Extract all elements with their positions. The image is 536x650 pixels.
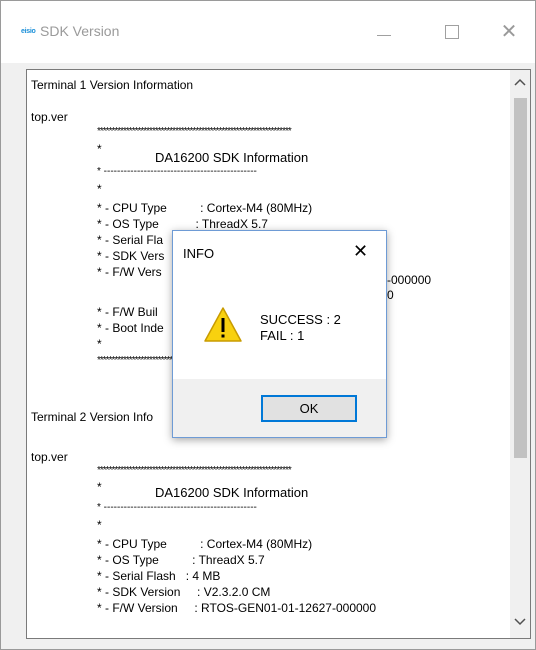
dialog-fail-text: FAIL : 1	[260, 328, 305, 343]
terminal1-fw-tail: -000000	[387, 273, 432, 287]
warning-icon	[204, 307, 242, 342]
scroll-up-icon[interactable]	[510, 74, 530, 92]
terminal1-cpu: * - CPU Type : Cortex-M4 (80MHz)	[97, 201, 313, 215]
minimize-icon	[377, 35, 391, 36]
dialog-close-icon[interactable]: ✕	[353, 241, 368, 262]
terminal1-title: DA16200 SDK Information	[155, 150, 309, 165]
terminal1-star-1: *	[97, 142, 102, 156]
dialog-success-text: SUCCESS : 2	[260, 312, 341, 327]
vertical-scrollbar[interactable]	[510, 70, 530, 638]
terminal1-star-3: *	[97, 337, 102, 351]
terminal1-flash: * - Serial Fla	[97, 233, 164, 247]
maximize-button[interactable]	[429, 17, 473, 47]
info-dialog: INFO ✕ SUCCESS : 2 FAIL : 1 OK	[172, 230, 387, 438]
terminal2-dashes: * --------------------------------------…	[97, 502, 257, 513]
dialog-title: INFO	[183, 246, 215, 261]
app-logo-icon: eisio	[21, 28, 36, 35]
terminal2-cpu: * - CPU Type : Cortex-M4 (80MHz)	[97, 537, 313, 551]
minimize-button[interactable]	[361, 17, 405, 47]
terminal1-fw: * - F/W Vers	[97, 265, 162, 279]
terminal2-header: Terminal 2 Version Info	[31, 410, 154, 424]
terminal2-flash: * - Serial Flash : 4 MB	[97, 569, 221, 583]
close-icon: ✕	[500, 21, 518, 43]
terminal2-sdk: * - SDK Version : V2.3.2.0 CM	[97, 585, 271, 599]
terminal2-title: DA16200 SDK Information	[155, 485, 309, 500]
title-bar[interactable]: eisio SDK Version ✕	[1, 1, 535, 63]
ok-button[interactable]: OK	[261, 395, 357, 422]
terminal1-file: top.ver	[31, 110, 68, 124]
terminal2-file: top.ver	[31, 450, 68, 464]
terminal2-star-2: *	[97, 518, 102, 532]
terminal2-os: * - OS Type : ThreadX 5.7	[97, 553, 265, 567]
terminal1-dashes: * --------------------------------------…	[97, 166, 257, 177]
terminal1-header: Terminal 1 Version Information	[31, 78, 194, 92]
close-button[interactable]: ✕	[487, 17, 531, 47]
terminal2-fw: * - F/W Version : RTOS-GEN01-01-12627-00…	[97, 601, 377, 615]
window-title: SDK Version	[40, 23, 120, 39]
terminal1-os: * - OS Type : ThreadX 5.7	[97, 217, 268, 231]
terminal2-star-1: *	[97, 480, 102, 494]
scroll-down-icon[interactable]	[510, 614, 530, 632]
maximize-icon	[445, 25, 459, 39]
terminal2-stars-top: ****************************************…	[97, 465, 292, 476]
terminal1-boot: * - Boot Inde	[97, 321, 164, 335]
terminal1-star-2: *	[97, 182, 102, 196]
scrollbar-thumb[interactable]	[514, 98, 527, 458]
terminal1-stars-top: ****************************************…	[97, 126, 292, 137]
terminal1-build: * - F/W Buil	[97, 305, 158, 319]
dialog-footer: OK	[173, 379, 386, 437]
terminal1-sdk: * - SDK Vers	[97, 249, 165, 263]
terminal1-extra-tail: 0	[387, 288, 394, 302]
